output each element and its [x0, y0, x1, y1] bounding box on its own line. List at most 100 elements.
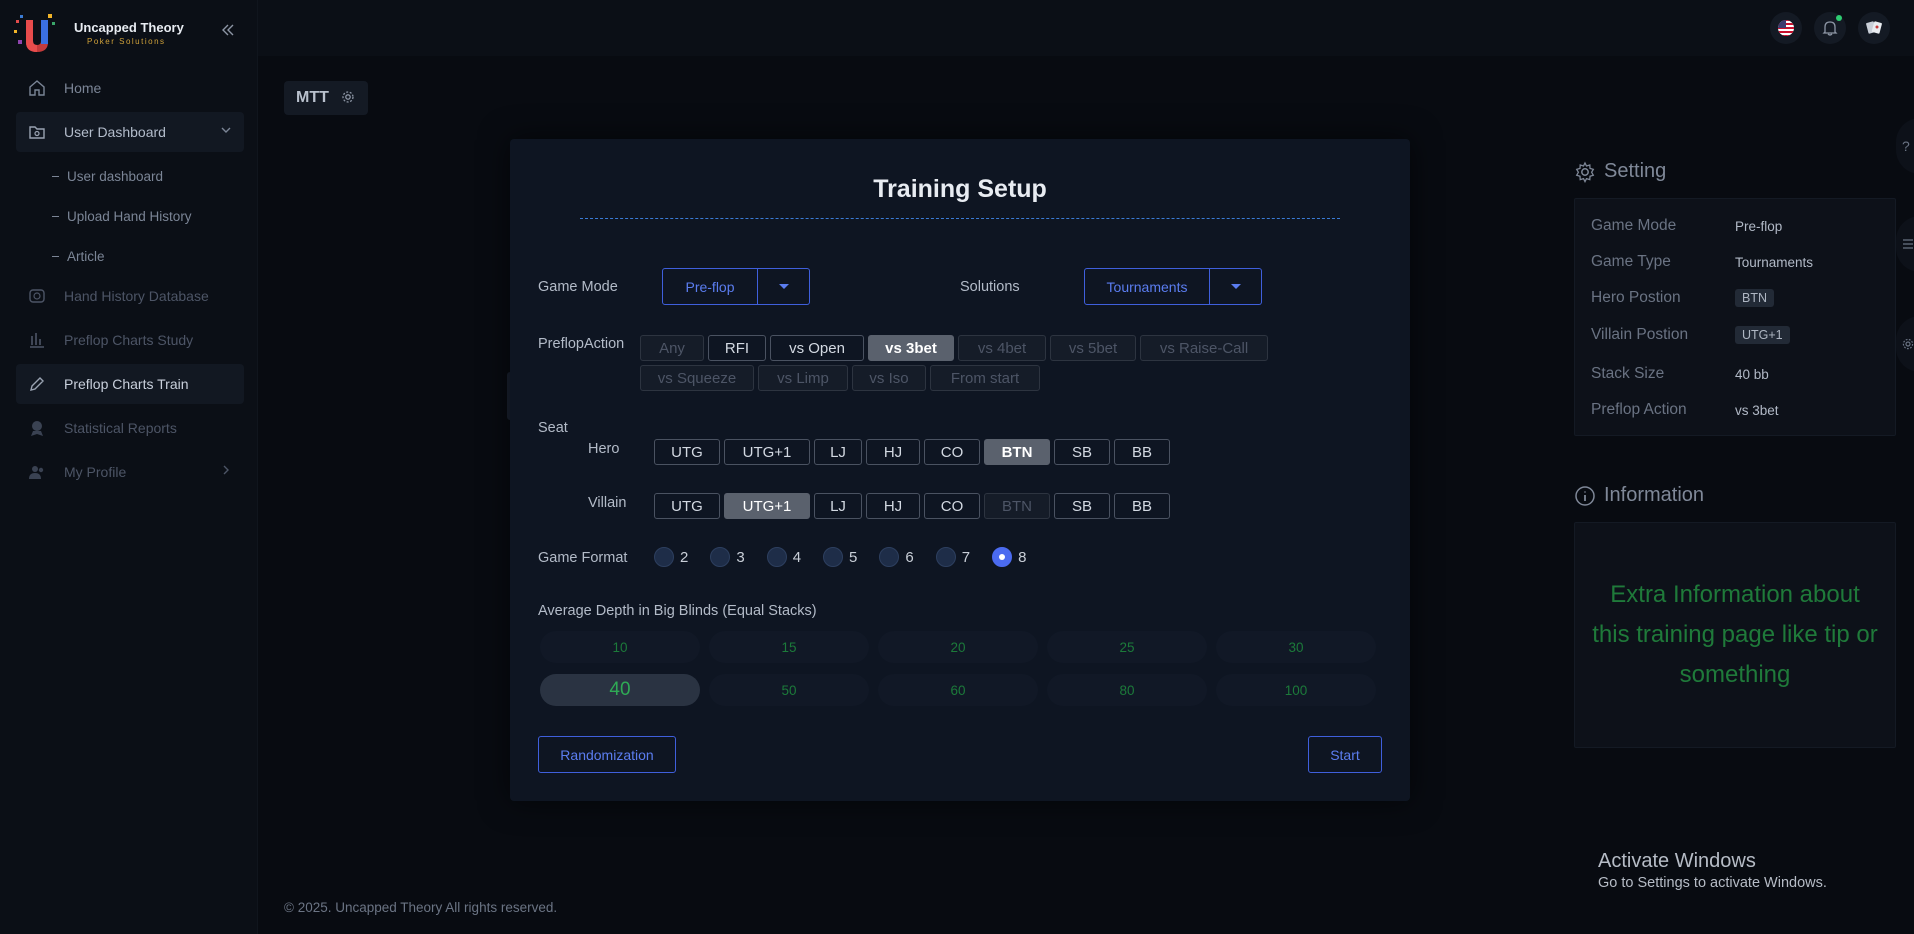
setting-row-stack-size: Stack Size 40 bb: [1591, 364, 1891, 384]
villain-seat-utg[interactable]: UTG: [654, 493, 720, 519]
sidebar-item-user-dashboard[interactable]: User Dashboard: [16, 112, 244, 152]
notifications-button[interactable]: [1814, 12, 1846, 44]
depth-option-30[interactable]: 30: [1216, 631, 1376, 663]
preflop-action-row-2: vs Squeeze vs Limp vs Iso From start: [640, 365, 1044, 391]
game-format-radio-2[interactable]: 2: [654, 547, 688, 567]
hero-seat-utg1[interactable]: UTG+1: [724, 439, 810, 465]
setting-key: Villain Postion: [1591, 326, 1689, 343]
hero-seat-utg[interactable]: UTG: [654, 439, 720, 465]
sidebar-subitem-label: User dashboard: [67, 168, 164, 184]
modal-divider: [580, 218, 1340, 219]
hero-seat-co[interactable]: CO: [924, 439, 980, 465]
depth-option-80[interactable]: 80: [1047, 674, 1207, 706]
sidebar-item-statistical-reports[interactable]: Statistical Reports: [16, 408, 244, 448]
villain-seat-sb[interactable]: SB: [1054, 493, 1110, 519]
footer-copyright: © 2025. Uncapped Theory All rights reser…: [284, 900, 558, 915]
action-chip-vs-iso[interactable]: vs Iso: [852, 365, 926, 391]
sidebar-subitem-article[interactable]: Article: [16, 236, 244, 276]
sidebar-item-hand-history-database[interactable]: Hand History Database: [16, 276, 244, 316]
settings-box: Game Mode Pre-flop Game Type Tournaments…: [1574, 198, 1896, 436]
depth-option-100[interactable]: 100: [1216, 674, 1376, 706]
depth-option-10[interactable]: 10: [540, 631, 700, 663]
list-side-tab[interactable]: [1896, 216, 1914, 272]
settings-section-title: Setting: [1574, 160, 1666, 183]
home-icon: [26, 77, 48, 99]
brand-title: Uncapped Theory: [74, 20, 184, 35]
bar-chart-icon: [26, 329, 48, 351]
collapse-sidebar-button[interactable]: [218, 22, 238, 42]
action-chip-any[interactable]: Any: [640, 335, 704, 361]
preflop-action-label: PreflopAction: [538, 336, 625, 352]
action-chip-vs-4bet[interactable]: vs 4bet: [958, 335, 1046, 361]
hero-seat-sb[interactable]: SB: [1054, 439, 1110, 465]
dash-icon: [52, 215, 59, 217]
depth-option-60[interactable]: 60: [878, 674, 1038, 706]
solutions-value-button[interactable]: Tournaments: [1084, 268, 1210, 305]
users-icon: [26, 461, 48, 483]
tab-mtt[interactable]: MTT: [284, 81, 368, 115]
action-chip-vs-limp[interactable]: vs Limp: [758, 365, 848, 391]
sidebar-subitem-user-dashboard[interactable]: User dashboard: [16, 156, 244, 196]
depth-option-25[interactable]: 25: [1047, 631, 1207, 663]
setting-value: 40 bb: [1735, 366, 1769, 382]
action-chip-from-start[interactable]: From start: [930, 365, 1040, 391]
sidebar-item-my-profile[interactable]: My Profile: [16, 452, 244, 492]
solutions-dropdown-toggle[interactable]: [1210, 268, 1262, 305]
sidebar-item-label: Preflop Charts Study: [64, 332, 194, 348]
action-chip-vs-raise-call[interactable]: vs Raise-Call: [1140, 335, 1268, 361]
villain-seat-bb[interactable]: BB: [1114, 493, 1170, 519]
radio-label: 2: [680, 548, 689, 566]
brand-logo[interactable]: Uncapped Theory Poker Solutions: [12, 10, 252, 58]
villain-seat-utg1[interactable]: UTG+1: [724, 493, 810, 519]
gear-icon[interactable]: [341, 90, 355, 107]
help-side-tab[interactable]: ?: [1896, 118, 1914, 174]
sidebar-item-home[interactable]: Home: [16, 68, 244, 108]
sidebar-item-label: Preflop Charts Train: [64, 376, 189, 392]
game-format-radio-5[interactable]: 5: [823, 547, 857, 567]
start-button[interactable]: Start: [1308, 736, 1382, 773]
depth-option-20[interactable]: 20: [878, 631, 1038, 663]
game-format-radio-4[interactable]: 4: [766, 547, 801, 567]
action-chip-rfi[interactable]: RFI: [708, 335, 766, 361]
villain-seat-lj[interactable]: LJ: [814, 493, 862, 519]
setting-value: vs 3bet: [1735, 402, 1779, 418]
action-chip-vs-squeeze[interactable]: vs Squeeze: [640, 365, 754, 391]
setting-key: Stack Size: [1591, 365, 1665, 382]
game-format-radio-6[interactable]: 6: [879, 547, 914, 567]
depth-option-50[interactable]: 50: [709, 674, 869, 706]
list-icon: [1903, 239, 1913, 249]
sidebar-item-preflop-charts-train[interactable]: Preflop Charts Train: [16, 364, 244, 404]
hero-seat-btn[interactable]: BTN: [984, 439, 1050, 465]
sidebar-item-preflop-charts-study[interactable]: Preflop Charts Study: [16, 320, 244, 360]
randomization-button[interactable]: Randomization: [538, 736, 676, 773]
hero-seat-hj[interactable]: HJ: [866, 439, 920, 465]
language-button[interactable]: [1770, 12, 1802, 44]
bell-icon: [1822, 21, 1838, 36]
villain-seat-row: UTG UTG+1 LJ HJ CO BTN SB BB: [654, 493, 1174, 519]
action-chip-vs-3bet[interactable]: vs 3bet: [868, 335, 954, 361]
game-format-radio-3[interactable]: 3: [710, 547, 745, 567]
game-mode-dropdown-toggle[interactable]: [758, 268, 810, 305]
game-format-radio-8[interactable]: 8: [992, 547, 1026, 567]
cards-button[interactable]: [1858, 12, 1890, 44]
depth-option-40[interactable]: 40: [540, 674, 700, 706]
setting-key: Game Mode: [1591, 217, 1677, 234]
villain-seat-btn[interactable]: BTN: [984, 493, 1050, 519]
information-title: Information: [1604, 484, 1705, 506]
settings-side-tab[interactable]: [1896, 316, 1914, 372]
game-mode-value-button[interactable]: Pre-flop: [662, 268, 758, 305]
caret-down-icon: [778, 284, 789, 289]
radio-label: 5: [849, 548, 858, 566]
depth-option-15[interactable]: 15: [709, 631, 869, 663]
sidebar-subitem-upload-hand-history[interactable]: Upload Hand History: [16, 196, 244, 236]
villain-seat-hj[interactable]: HJ: [866, 493, 920, 519]
hero-seat-bb[interactable]: BB: [1114, 439, 1170, 465]
setting-row-villain-position: Villain Postion UTG+1: [1591, 325, 1891, 345]
hero-seat-lj[interactable]: LJ: [814, 439, 862, 465]
game-format-radio-7[interactable]: 7: [935, 547, 970, 567]
action-chip-vs-open[interactable]: vs Open: [770, 335, 864, 361]
settings-title: Setting: [1604, 160, 1667, 182]
action-chip-vs-5bet[interactable]: vs 5bet: [1050, 335, 1136, 361]
gear-icon: [1575, 161, 1595, 183]
villain-seat-co[interactable]: CO: [924, 493, 980, 519]
